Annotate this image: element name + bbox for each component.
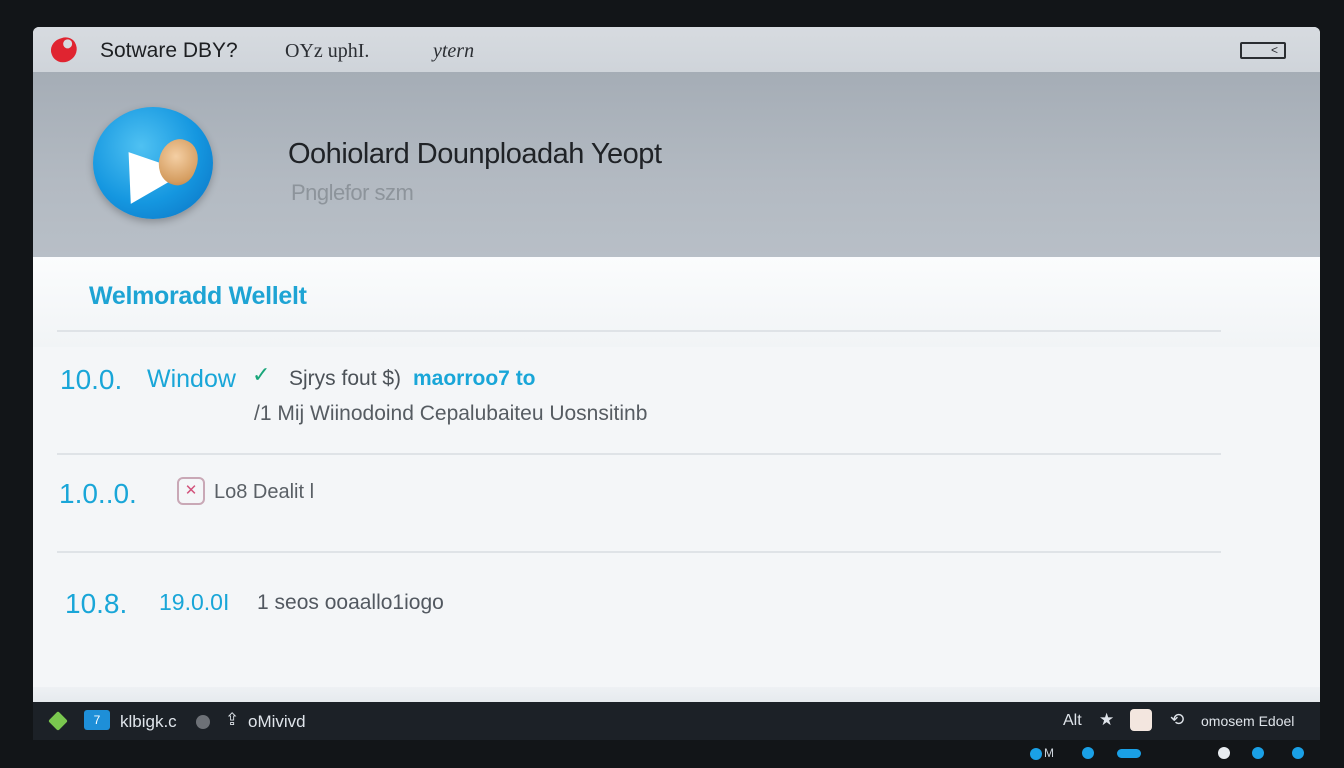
notification-icon[interactable] <box>1292 747 1304 759</box>
clock[interactable]: omosem Edoel <box>1201 713 1294 729</box>
moon-icon[interactable] <box>1218 747 1230 759</box>
taskbar: 7 klbigk.c ⇪ oMivivd Alt ★ ⟲ omosem Edoe… <box>33 702 1320 740</box>
app-title: Sotware DBY? <box>100 39 238 62</box>
header-title: Oohiolard Dounploadah Yeopt <box>288 138 662 170</box>
item-text: Sjrys fout $) <box>289 367 402 390</box>
version-number: 1.0..0. <box>59 478 137 509</box>
system-tray: M <box>0 740 1344 768</box>
app-icon[interactable]: 7 <box>84 710 110 730</box>
list-divider <box>57 453 1221 455</box>
menu-item-2[interactable]: ytern <box>433 40 474 63</box>
list-divider <box>57 551 1221 553</box>
list-divider <box>57 330 1221 332</box>
sync-icon[interactable]: ⟲ <box>1170 710 1184 730</box>
menu-item-1[interactable]: OYz uphI. <box>285 40 369 63</box>
status-dot-icon <box>196 715 210 729</box>
network-icon[interactable] <box>1030 748 1042 760</box>
cloud-icon[interactable] <box>1082 747 1094 759</box>
version-number: 10.0. <box>60 364 123 395</box>
title-bar: Sotware DBY? OYz uphI. ytern < <box>33 27 1320 72</box>
item-text: 1 seos ooaallo1iogo <box>257 591 444 614</box>
window-control-button[interactable]: < <box>1240 42 1286 59</box>
section-title: Welmoradd Wellelt <box>89 282 307 310</box>
alt-label: Alt <box>1063 712 1082 729</box>
section-band: Welmoradd Wellelt <box>33 257 1320 347</box>
version-number: 10.8. <box>65 588 128 619</box>
avatar[interactable] <box>1130 709 1152 731</box>
app-logo-icon <box>47 34 81 66</box>
delete-icon[interactable]: ✕ <box>177 477 205 505</box>
taskbar-item-1[interactable]: klbigk.c <box>120 712 177 732</box>
battery-icon[interactable] <box>1117 749 1141 758</box>
header-subtitle: Pnglefor szm <box>291 180 414 205</box>
item-link[interactable]: maorroo7 to <box>413 367 536 391</box>
content-footer <box>33 687 1320 702</box>
item-description: /1 Mij Wiinodoind Cepalubaiteu Uosnsitin… <box>254 402 648 425</box>
taskbar-item-2[interactable]: oMivivd <box>248 712 306 732</box>
build-number: 19.0.0I <box>159 589 230 615</box>
product-logo-icon <box>93 107 213 219</box>
upload-icon[interactable]: ⇪ <box>225 710 239 730</box>
star-icon[interactable]: ★ <box>1099 710 1114 730</box>
item-text: Lo8 Dealit l <box>214 481 315 503</box>
tray-label: M <box>1044 746 1054 760</box>
wifi-icon[interactable] <box>1252 747 1264 759</box>
check-icon: ✓ <box>252 362 271 387</box>
launcher-icon[interactable] <box>48 711 68 731</box>
platform-label: Window <box>147 365 236 393</box>
app-header: Oohiolard Dounploadah Yeopt Pnglefor szm <box>33 72 1320 257</box>
